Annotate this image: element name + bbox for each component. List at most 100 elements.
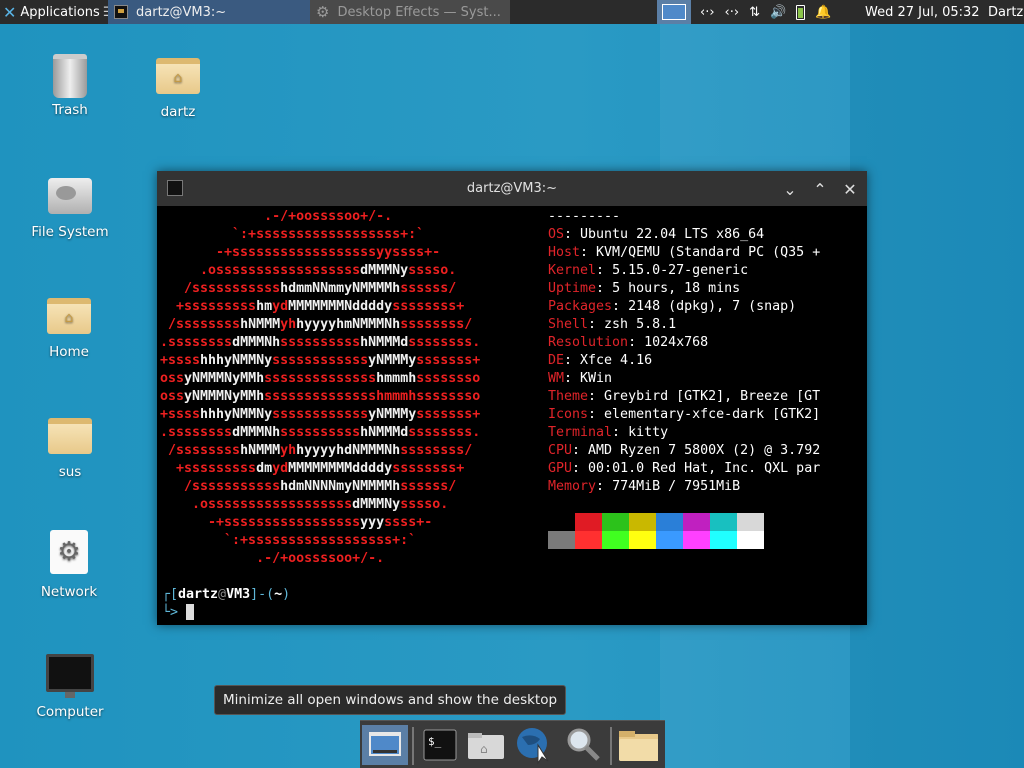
info-line: Packages: 2148 (dpkg), 7 (snap) (548, 299, 797, 314)
desktop-icon-home[interactable]: ⌂ Home (24, 298, 114, 360)
desktop-icon-file-system[interactable]: File System (25, 178, 115, 240)
minimize-button[interactable]: ⌄ (779, 178, 801, 200)
palette-swatch (683, 531, 710, 549)
desktop-icon-label: File System (31, 224, 109, 240)
terminal-icon: $_ (423, 729, 457, 761)
window-title: dartz@VM3:~ (466, 181, 558, 196)
applications-label: Applications (20, 4, 100, 20)
drive-icon (48, 178, 92, 214)
workspace-switcher[interactable] (657, 0, 691, 24)
text-cursor (186, 604, 195, 620)
svg-text:$_: $_ (428, 735, 442, 748)
maximize-button[interactable]: ⌃ (809, 178, 831, 200)
window-titlebar[interactable]: dartz@VM3:~ ⌄ ⌃ ✕ (157, 171, 867, 206)
top-panel: ✕ Applications ☰ dartz@VM3:~ ⚙ Desktop E… (0, 0, 1024, 24)
palette-swatch (602, 531, 629, 549)
taskbar-item-label: Desktop Effects — Syst... (337, 4, 501, 20)
palette-swatch (656, 531, 683, 549)
info-line: Theme: Greybird [GTK2], Breeze [GT (548, 389, 821, 404)
info-line: Host: KVM/QEMU (Standard PC (Q35 + (548, 245, 821, 260)
info-line: Uptime: 5 hours, 18 mins (548, 281, 741, 296)
clock[interactable]: Wed 27 Jul, 05:32 (865, 0, 980, 24)
ubuntu-ascii-logo: .-/+oossssoo+/-. `:+ssssssssssssssssss+:… (160, 209, 481, 566)
desktop-icon-sus[interactable]: sus (25, 418, 115, 480)
info-separator: --------- (548, 209, 621, 224)
home-folder-icon: ⌂ (47, 298, 91, 334)
palette-swatch (629, 513, 656, 531)
network-icon[interactable]: ‹·› (700, 5, 715, 20)
palette-swatch (710, 513, 737, 531)
dock-panel: $_ ⌂ (360, 720, 665, 768)
desktop-icon-dartz[interactable]: ⌂ dartz (133, 58, 223, 120)
desktop-icon-label: Network (40, 584, 98, 600)
palette-swatch (683, 513, 710, 531)
network-settings-icon: ⚙ (50, 530, 88, 574)
web-browser-launcher[interactable] (514, 725, 554, 765)
palette-swatch (602, 513, 629, 531)
folder-icon (619, 731, 658, 761)
web-browser-icon (517, 728, 549, 765)
dock-separator (412, 727, 414, 765)
close-button[interactable]: ✕ (839, 178, 861, 200)
volume-icon[interactable]: 🔊 (770, 5, 786, 20)
terminal-launcher[interactable]: $_ (420, 725, 460, 765)
palette-swatch (575, 531, 602, 549)
info-line: CPU: AMD Ryzen 7 5800X (2) @ 3.792 (548, 443, 821, 458)
gear-icon: ⚙ (316, 3, 330, 21)
palette-swatch (737, 531, 764, 549)
dock-separator (610, 727, 612, 765)
desktop-icon-label: Trash (52, 102, 88, 118)
desktop-icon-label: sus (58, 464, 82, 480)
desktop-icon-computer[interactable]: Computer (25, 654, 115, 720)
info-line: DE: Xfce 4.16 (548, 353, 653, 368)
applications-menu[interactable]: ✕ Applications ☰ (0, 0, 114, 24)
battery-icon[interactable] (796, 4, 806, 20)
info-line: Memory: 774MiB / 7951MiB (548, 479, 741, 494)
palette-swatch (656, 513, 683, 531)
show-desktop-icon (369, 732, 401, 756)
info-line: Kernel: 5.15.0-27-generic (548, 263, 749, 278)
taskbar-item-label: dartz@VM3:~ (136, 4, 227, 20)
trash-icon (53, 54, 87, 98)
info-line: Terminal: kitty (548, 425, 669, 440)
network-icon[interactable]: ‹·› (725, 5, 740, 20)
terminal-window[interactable]: dartz@VM3:~ ⌄ ⌃ ✕ .-/+oossssoo+/-. `:+ss… (157, 171, 867, 625)
info-line: Resolution: 1024x768 (548, 335, 709, 350)
palette-swatch (548, 513, 575, 531)
tooltip: Minimize all open windows and show the d… (214, 685, 567, 715)
folder-icon (48, 418, 92, 454)
desktop-icon-network[interactable]: ⚙ Network (24, 530, 114, 600)
palette-swatch (629, 531, 656, 549)
bell-icon[interactable]: 🔔 (815, 5, 831, 20)
show-desktop-button[interactable] (362, 725, 408, 765)
info-line: Icons: elementary-xfce-dark [GTK2] (548, 407, 821, 422)
workspace-1[interactable] (662, 4, 686, 20)
info-line: Shell: zsh 5.8.1 (548, 317, 677, 332)
system-tray: ‹·› ‹·› ⇅ 🔊 🔔 (700, 0, 831, 24)
info-line: OS: Ubuntu 22.04 LTS x86_64 (548, 227, 765, 242)
search-icon (567, 728, 600, 761)
monitor-icon (46, 654, 94, 698)
taskbar-item-terminal[interactable]: dartz@VM3:~ (108, 0, 310, 24)
desktop-icon-trash[interactable]: Trash (25, 54, 115, 118)
palette-swatch (737, 513, 764, 531)
xfce-logo-icon: ✕ (3, 2, 17, 22)
terminal-content[interactable]: .-/+oossssoo+/-. `:+ssssssssssssssssss+:… (157, 206, 867, 625)
search-launcher[interactable] (564, 725, 604, 765)
shell-prompt[interactable]: ┌[dartz@VM3]-(~) └> (162, 586, 290, 622)
home-folder-icon: ⌂ (468, 733, 504, 759)
file-manager-launcher[interactable] (618, 725, 658, 765)
transfer-icon[interactable]: ⇅ (749, 5, 760, 20)
user-menu[interactable]: Dartz (988, 0, 1023, 24)
system-info: --------- OS: Ubuntu 22.04 LTS x86_64 Host… (548, 208, 858, 496)
terminal-icon (114, 5, 128, 19)
desktop-icon-label: dartz (160, 104, 196, 120)
palette-swatch (710, 531, 737, 549)
palette-swatch (548, 531, 575, 549)
info-line: GPU: 00:01.0 Red Hat, Inc. QXL par (548, 461, 821, 476)
terminal-icon (167, 180, 183, 196)
palette-swatch (575, 513, 602, 531)
home-launcher[interactable]: ⌂ (466, 725, 506, 765)
taskbar-item-desktop-effects[interactable]: ⚙ Desktop Effects — Syst... (310, 0, 510, 24)
home-folder-icon: ⌂ (156, 58, 200, 94)
